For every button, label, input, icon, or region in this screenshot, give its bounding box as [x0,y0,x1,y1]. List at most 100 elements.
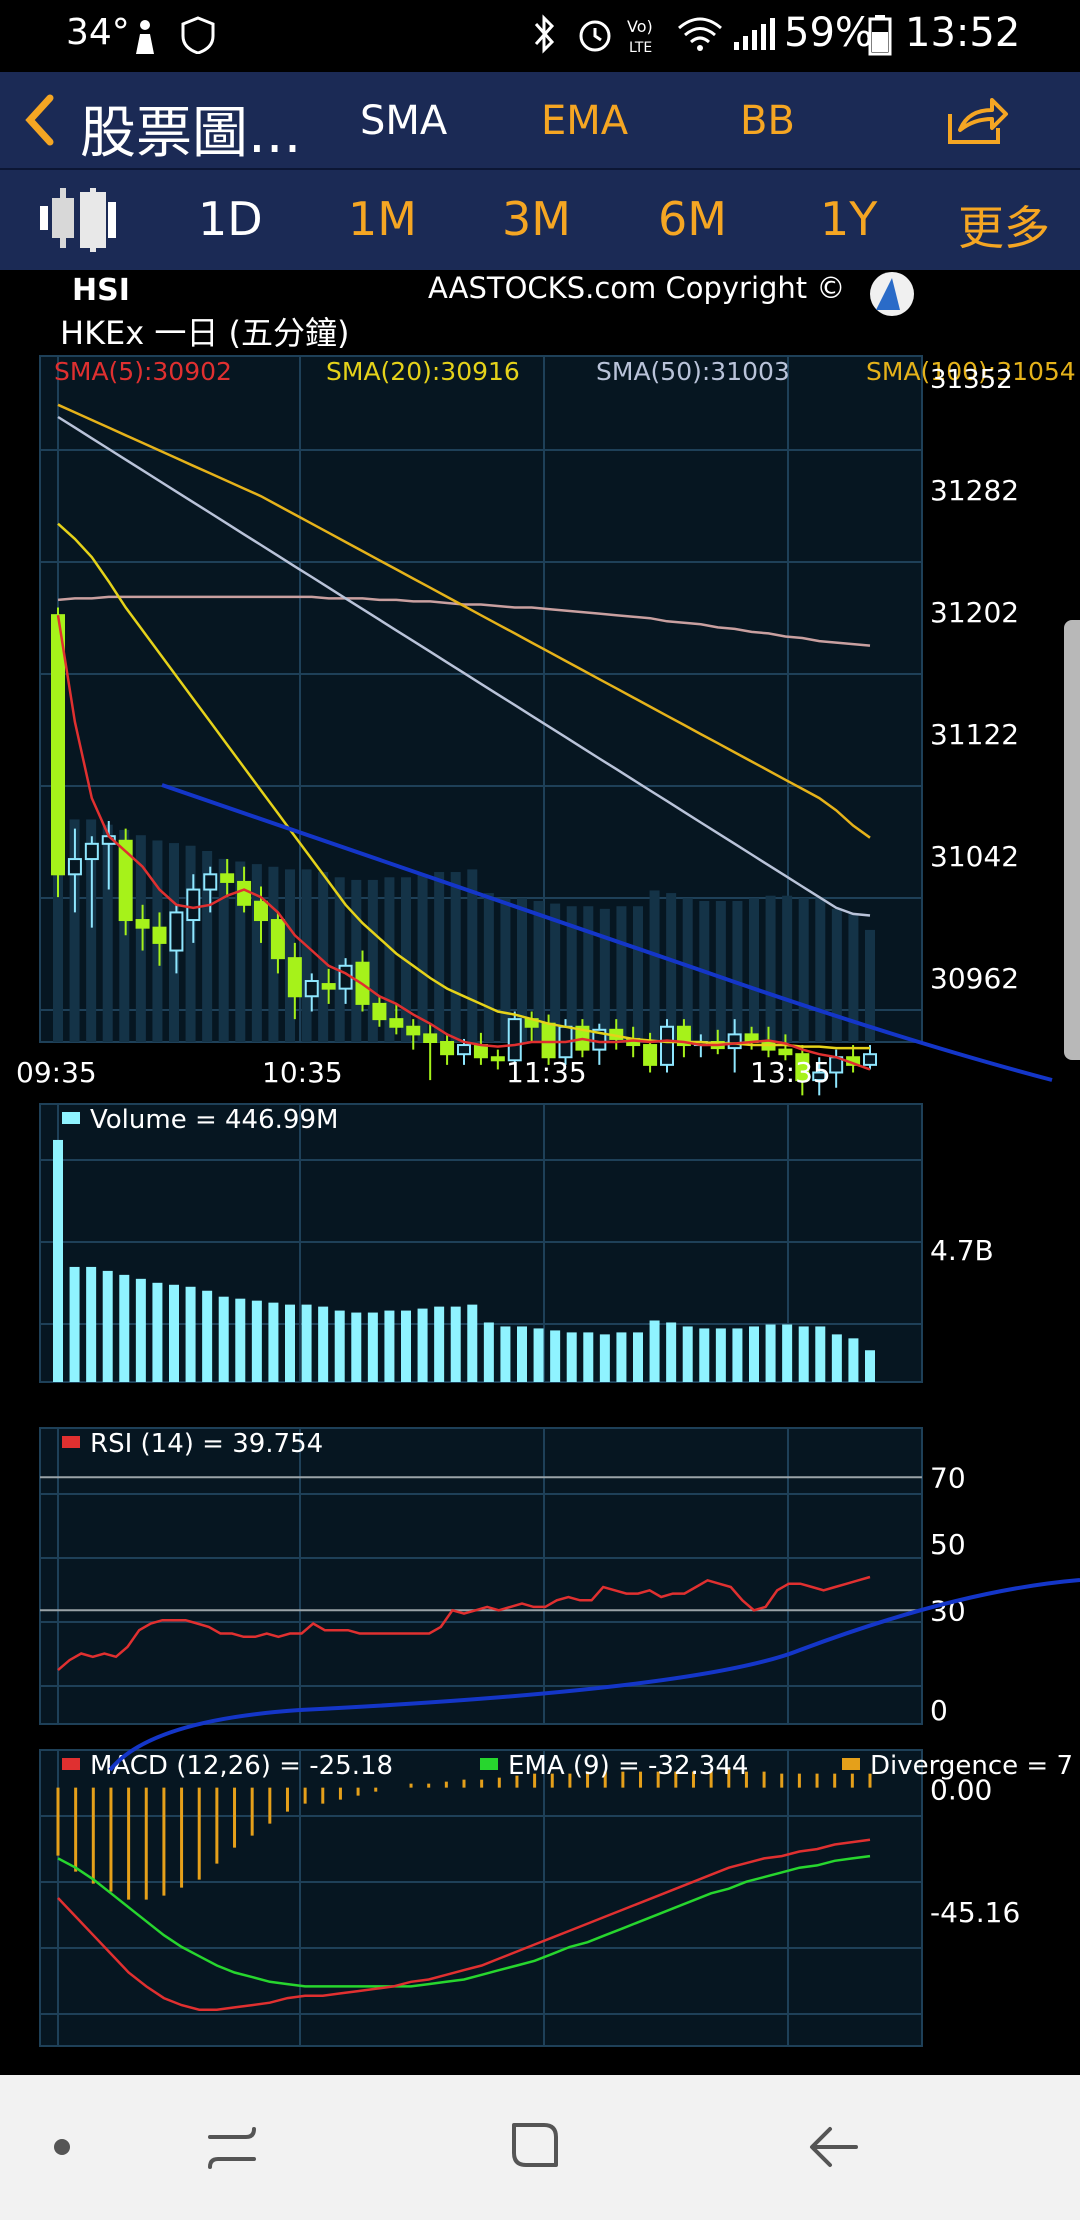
symbol-label: HSI [72,273,130,308]
back-icon[interactable] [20,92,60,148]
candle-body [186,888,201,922]
volume-legend: Volume = 446.99M [90,1105,338,1135]
home-icon[interactable] [508,2119,562,2173]
price-panel-volume-bar [616,906,627,1042]
sma-legend: SMA(5):30902 [54,357,232,386]
volume-bar [649,1320,660,1382]
price-panel-volume-bar [831,908,842,1042]
candle-body [51,614,65,876]
volume-bar [765,1324,776,1382]
volume-bar [301,1304,312,1382]
volume-bar [434,1306,445,1382]
candle-body [473,1044,488,1059]
volume-bar [135,1278,146,1382]
rsi-axis-tick: 0 [930,1694,948,1727]
stock-chart[interactable]: HSI AASTOCKS.com Copyright © HKEx 一日 (五分… [0,270,1080,2075]
macd-axis-tick: 0.00 [930,1774,992,1807]
price-panel-volume-bar [782,895,793,1042]
scrollbar-handle[interactable] [1064,620,1080,1060]
period-1d[interactable]: 1D [198,192,263,246]
volume-bar [450,1306,461,1382]
candle-body [254,900,268,922]
volume-bar [500,1326,511,1382]
candle-body [727,1033,742,1050]
period-1y[interactable]: 1Y [820,192,877,246]
price-panel-volume-bar [285,869,295,1042]
price-panel-volume-bar [798,898,809,1042]
volume-bar [417,1308,428,1382]
nav-bar [0,2075,1080,2220]
price-panel-volume-bar [351,879,362,1042]
volume-bar [865,1350,875,1382]
price-panel-volume-bar [301,869,312,1042]
price-axis-tick: 31202 [930,596,1019,629]
period-1m[interactable]: 1M [348,192,417,246]
rsi-legend-swatch [62,1436,80,1448]
shield-icon [181,16,215,54]
aastocks-logo-icon [870,272,914,316]
volume-bar [599,1334,610,1382]
volume-bar [798,1326,809,1382]
volume-bar [682,1326,693,1382]
candle-body [457,1044,471,1056]
clock: 13:52 [905,10,1021,56]
candle-body [67,858,82,876]
price-panel-volume-bar [434,872,445,1042]
volume-bar [467,1304,478,1382]
signal-icon [734,18,775,50]
price-axis-tick: 31042 [930,840,1019,873]
price-panel-volume-bar [649,890,660,1042]
period-3m[interactable]: 3M [502,192,571,246]
volume-bar [749,1326,759,1382]
volume-bar [119,1274,130,1382]
volume-bar [86,1266,97,1382]
svg-text:LTE: LTE [629,40,652,56]
price-panel-volume-bar [815,898,826,1042]
volume-bar [202,1290,213,1382]
tab-ema[interactable]: EMA [541,98,628,144]
tab-sma[interactable]: SMA [360,98,447,144]
price-axis-top-tick: 31352 [930,365,1013,395]
candle-body [541,1022,556,1059]
volume-bar [318,1306,329,1382]
candle-body [321,983,336,990]
volume-bar [848,1338,859,1382]
recent-apps-icon[interactable] [204,2123,260,2173]
share-icon[interactable] [944,92,1010,148]
price-panel-volume-bar [483,893,494,1042]
period-6m[interactable]: 6M [658,192,727,246]
chart-type-toggle-icon[interactable] [40,188,116,252]
time-axis-tick: 09:35 [16,1056,97,1089]
period-more[interactable]: 更多 [958,192,1050,258]
volume-legend-swatch [62,1112,80,1124]
alarm-icon [579,20,611,52]
candle-body [372,1002,387,1021]
candle-body [406,1025,421,1036]
rsi-legend: RSI (14) = 39.754 [90,1429,323,1459]
volume-bar [251,1300,262,1382]
volume-bar [69,1266,80,1382]
volume-bar [815,1326,826,1382]
volume-bar [102,1270,113,1382]
rsi-axis-tick: 70 [930,1461,966,1494]
macd-legend-swatch [842,1758,860,1770]
dot-icon[interactable] [52,2137,72,2157]
volume-bar [268,1302,279,1382]
volume-bar [367,1312,378,1382]
volume-bar [583,1332,594,1382]
candle-body [863,1053,877,1066]
person-icon [136,20,154,54]
volume-bar [699,1328,710,1382]
volume-bar [351,1312,362,1382]
volume-bar [169,1284,179,1382]
candle-body [778,1048,793,1056]
time-axis-tick: 11:35 [506,1056,587,1089]
price-axis-tick: 30962 [930,962,1019,995]
tab-bb[interactable]: BB [740,98,795,144]
candle-body [135,919,150,929]
candle-body [220,873,235,883]
volume-bar [715,1328,726,1382]
candle-body [152,926,167,944]
price-panel-volume-bar [583,906,594,1042]
back-nav-icon[interactable] [808,2123,862,2173]
